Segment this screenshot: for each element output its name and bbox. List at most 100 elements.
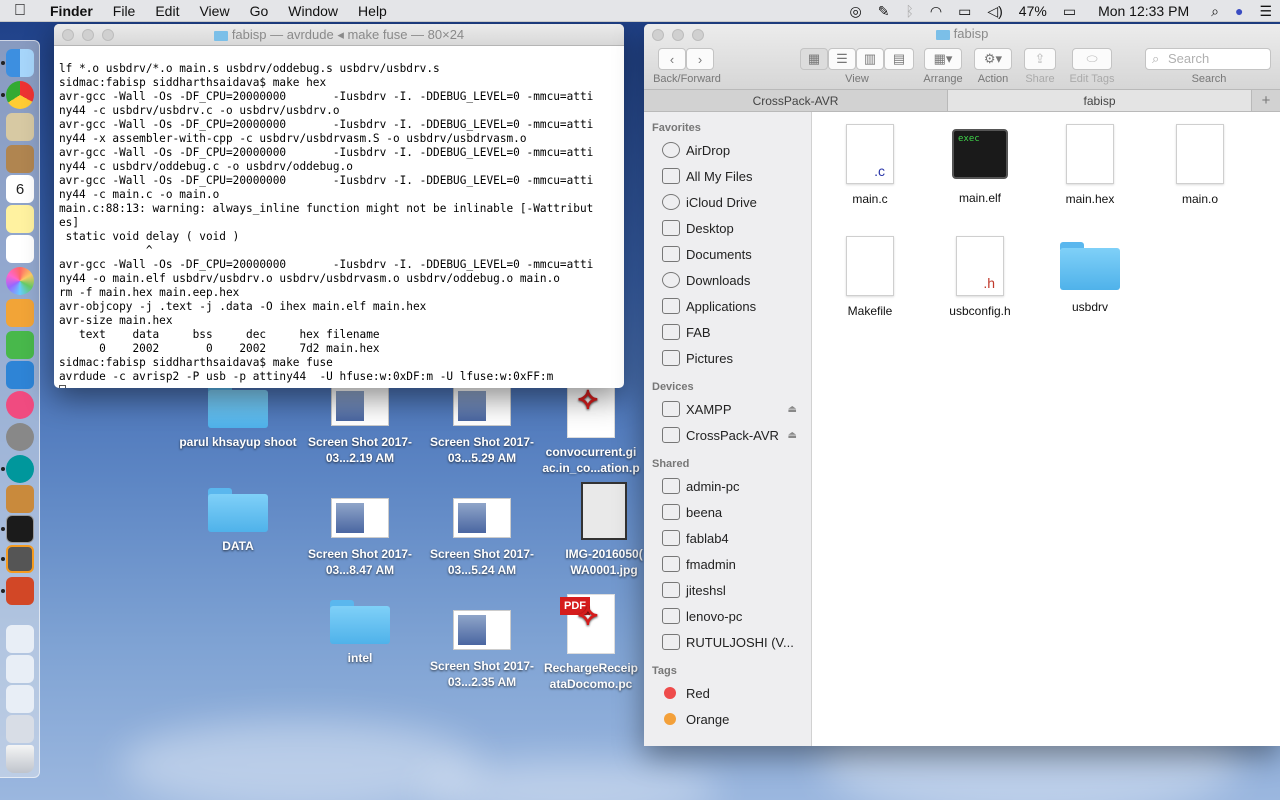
sidebar-item-documents[interactable]: Documents bbox=[644, 241, 811, 267]
terminal-titlebar[interactable]: fabisp — avrdude ◂ make fuse — 80×24 bbox=[54, 24, 624, 46]
arduino-icon[interactable] bbox=[6, 455, 34, 483]
sidebar-item-tag-orange[interactable]: Orange bbox=[644, 706, 811, 732]
file-item[interactable]: main.hex bbox=[1040, 124, 1140, 206]
sidebar-item-crosspack-avr[interactable]: CrossPack-AVR ⏏ bbox=[644, 422, 811, 448]
file-item[interactable]: .h usbconfig.h bbox=[930, 236, 1030, 318]
back-button[interactable]: ‹ bbox=[658, 48, 686, 70]
menu-view[interactable]: View bbox=[189, 3, 239, 19]
file-item[interactable]: exec main.elf bbox=[930, 124, 1030, 205]
evernote-icon[interactable]: ✎ bbox=[870, 3, 898, 20]
view-columns-button[interactable]: ▥ bbox=[856, 48, 884, 70]
sidebar-item-shared[interactable]: RUTULJOSHI (V... bbox=[644, 629, 811, 655]
arrange-button[interactable]: ▦▾ bbox=[924, 48, 962, 70]
pages-icon[interactable] bbox=[6, 299, 34, 327]
minimized-window-icon[interactable] bbox=[6, 685, 34, 713]
file-item[interactable]: main.o bbox=[1150, 124, 1250, 206]
view-icons-button[interactable]: ▦ bbox=[800, 48, 828, 70]
tab-fabisp[interactable]: fabisp bbox=[948, 90, 1252, 111]
installer-icon[interactable] bbox=[6, 485, 34, 513]
spotlight-icon[interactable]: ⌕ bbox=[1203, 3, 1227, 20]
trash-icon[interactable] bbox=[6, 745, 34, 773]
wifi-icon[interactable]: ◠ bbox=[922, 3, 950, 20]
sidebar-item-airdrop[interactable]: AirDrop bbox=[644, 137, 811, 163]
powerpoint-icon[interactable] bbox=[6, 577, 34, 605]
desktop-icon[interactable]: Screen Shot 2017-03...8.47 AM bbox=[300, 496, 420, 578]
file-item[interactable]: usbdrv bbox=[1040, 236, 1140, 314]
notes-icon[interactable] bbox=[6, 205, 34, 233]
menu-go[interactable]: Go bbox=[240, 3, 279, 19]
creative-cloud-icon[interactable]: ◎ bbox=[842, 3, 870, 20]
notes-app-icon[interactable] bbox=[6, 145, 34, 173]
clock[interactable]: Mon 12:33 PM bbox=[1084, 3, 1203, 19]
reminders-icon[interactable] bbox=[6, 235, 34, 263]
desktop-icon[interactable]: intel bbox=[300, 600, 420, 666]
view-coverflow-button[interactable]: ▤ bbox=[884, 48, 914, 70]
zoom-button[interactable] bbox=[102, 29, 114, 41]
sidebar-item-icloud-drive[interactable]: iCloud Drive bbox=[644, 189, 811, 215]
desktop-icon[interactable]: Screen Shot 2017-03...5.24 AM bbox=[422, 496, 542, 578]
menu-app-finder[interactable]: Finder bbox=[40, 3, 103, 19]
finder-window[interactable]: fabisp ‹ › Back/Forward ▦ ☰ ▥ ▤ View ▦▾ … bbox=[644, 24, 1280, 746]
terminal-window[interactable]: fabisp — avrdude ◂ make fuse — 80×24 lf … bbox=[54, 24, 624, 388]
volume-icon[interactable]: ◁) bbox=[979, 3, 1010, 20]
share-button[interactable]: ⇪ bbox=[1024, 48, 1056, 70]
file-item[interactable]: .c main.c bbox=[820, 124, 920, 206]
sidebar-item-shared[interactable]: fmadmin bbox=[644, 551, 811, 577]
sidebar-item-pictures[interactable]: Pictures bbox=[644, 345, 811, 371]
chrome-icon[interactable] bbox=[6, 81, 34, 109]
battery-icon[interactable]: ▭ bbox=[1055, 3, 1084, 20]
desktop-icon[interactable]: Screen Shot 2017-03...2.35 AM bbox=[422, 608, 542, 690]
action-button[interactable]: ⚙▾ bbox=[974, 48, 1012, 70]
search-input[interactable]: ⌕ Search bbox=[1145, 48, 1271, 70]
photos-icon[interactable] bbox=[6, 267, 34, 295]
edit-tags-button[interactable]: ⬭ bbox=[1072, 48, 1112, 70]
bluetooth-icon[interactable]: ᛒ bbox=[898, 3, 922, 19]
numbers-icon[interactable] bbox=[6, 331, 34, 359]
new-tab-button[interactable]: + bbox=[1252, 90, 1280, 111]
sidebar-item-desktop[interactable]: Desktop bbox=[644, 215, 811, 241]
eject-icon[interactable]: ⏏ bbox=[788, 430, 797, 441]
desktop-icon[interactable]: parul khsayup shoot bbox=[178, 384, 298, 450]
minimized-window-icon[interactable] bbox=[6, 625, 34, 653]
desktop-icon[interactable]: DATA bbox=[178, 488, 298, 554]
menu-file[interactable]: File bbox=[103, 3, 146, 19]
downloads-stack-icon[interactable] bbox=[6, 715, 34, 743]
view-list-button[interactable]: ☰ bbox=[828, 48, 856, 70]
forward-button[interactable]: › bbox=[686, 48, 714, 70]
eject-icon[interactable]: ⏏ bbox=[788, 404, 797, 415]
itunes-icon[interactable] bbox=[6, 391, 34, 419]
keynote-icon[interactable] bbox=[6, 361, 34, 389]
sublime-icon[interactable] bbox=[6, 545, 34, 573]
menu-edit[interactable]: Edit bbox=[145, 3, 189, 19]
desktop-icon[interactable]: Screen Shot 2017-03...5.29 AM bbox=[422, 384, 542, 466]
tab-crosspack-avr[interactable]: CrossPack-AVR bbox=[644, 90, 948, 111]
sidebar-item-shared[interactable]: admin-pc bbox=[644, 473, 811, 499]
minimized-window-icon[interactable] bbox=[6, 655, 34, 683]
menu-window[interactable]: Window bbox=[278, 3, 348, 19]
airplay-icon[interactable]: ▭ bbox=[950, 3, 979, 20]
mail-icon[interactable] bbox=[6, 113, 34, 141]
system-preferences-icon[interactable] bbox=[6, 423, 34, 451]
desktop-icon[interactable]: convocurrent.gi ac.in_co...ation.p bbox=[536, 378, 646, 476]
sidebar-item-shared[interactable]: beena bbox=[644, 499, 811, 525]
sidebar-item-shared[interactable]: jiteshsl bbox=[644, 577, 811, 603]
sidebar-item-tag-red[interactable]: Red bbox=[644, 680, 811, 706]
desktop-icon[interactable]: Screen Shot 2017-03...2.19 AM bbox=[300, 384, 420, 466]
sidebar-item-all-my-files[interactable]: All My Files bbox=[644, 163, 811, 189]
siri-icon[interactable]: ● bbox=[1227, 3, 1251, 19]
finder-icon[interactable] bbox=[6, 49, 34, 77]
apple-icon[interactable]:  bbox=[0, 2, 40, 20]
battery-percent[interactable]: 47% bbox=[1011, 3, 1055, 19]
sidebar-item-applications[interactable]: Applications bbox=[644, 293, 811, 319]
sidebar-item-shared[interactable]: fablab4 bbox=[644, 525, 811, 551]
calendar-icon[interactable]: 6 bbox=[6, 175, 34, 203]
sidebar-item-downloads[interactable]: Downloads bbox=[644, 267, 811, 293]
sidebar-item-fab[interactable]: FAB bbox=[644, 319, 811, 345]
terminal-icon[interactable] bbox=[6, 515, 34, 543]
file-item[interactable]: Makefile bbox=[820, 236, 920, 318]
minimize-button[interactable] bbox=[82, 29, 94, 41]
terminal-output[interactable]: lf *.o usbdrv/*.o main.s usbdrv/oddebug.… bbox=[54, 46, 624, 388]
menu-help[interactable]: Help bbox=[348, 3, 397, 19]
close-button[interactable] bbox=[62, 29, 74, 41]
sidebar-item-xampp[interactable]: XAMPP ⏏ bbox=[644, 396, 811, 422]
